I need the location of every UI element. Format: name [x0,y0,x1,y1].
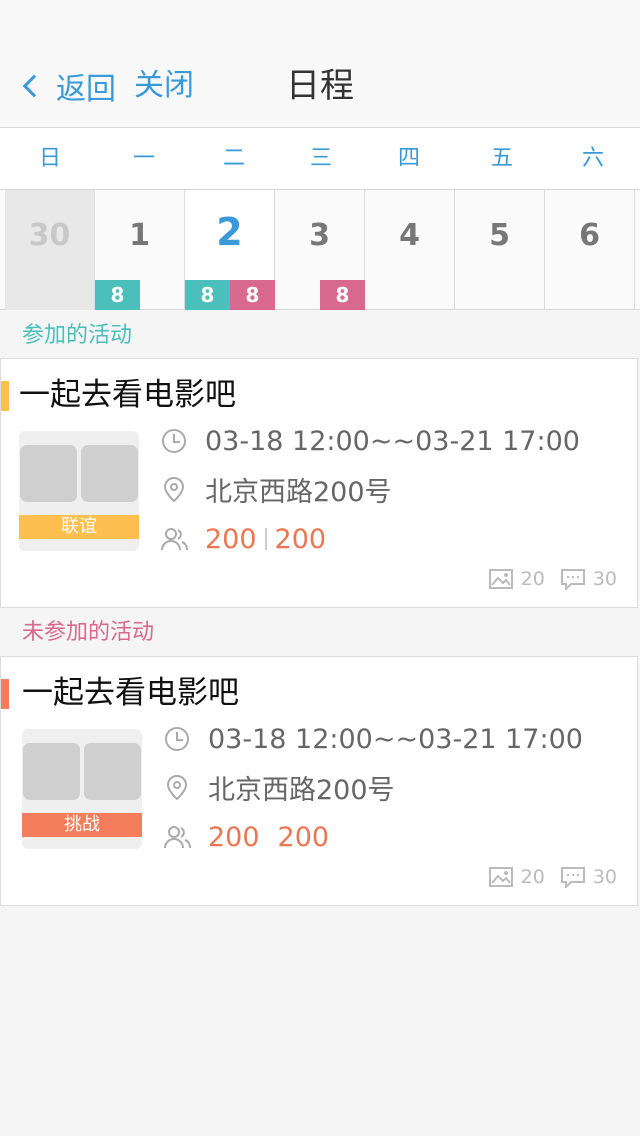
event-location: 北京西路200号 [205,476,392,508]
comment-icon [560,867,585,888]
category-bar [1,679,9,709]
event-card[interactable]: 一起去看电影吧 挑战 03-18 12:00~~03-21 17:00 北京西路… [0,656,638,906]
event-count-badge: 8 [95,280,140,310]
event-location: 北京西路200号 [208,774,395,806]
people-icon [164,826,191,849]
event-participants-row: 200 200 [162,817,329,857]
date-number: 6 [579,218,600,253]
weekday-mon: 一 [132,146,155,171]
event-stats: 20 30 [488,865,617,889]
date-cell[interactable]: 1 8 [95,190,185,310]
event-time: 03-18 12:00~~03-21 17:00 [205,425,580,457]
event-title: 一起去看电影吧 [19,377,236,413]
date-number: 5 [489,218,510,253]
event-count-badge: 8 [320,280,365,310]
photo-count: 20 [520,568,545,590]
event-time-row: 03-18 12:00~~03-21 17:00 [162,719,583,759]
comment-count: 30 [592,568,617,590]
date-number: 3 [309,218,330,253]
event-participants-row: 200 200 [159,519,326,559]
participant-limit: 200 [277,821,330,853]
event-count-badge: 8 [185,280,230,310]
weekday-fri: 五 [490,146,513,171]
event-time: 03-18 12:00~~03-21 17:00 [208,723,583,755]
event-thumbnail: 联谊 [19,431,139,551]
date-cell[interactable]: 4 [365,190,455,310]
date-number: 1 [129,218,150,253]
event-time-row: 03-18 12:00~~03-21 17:00 [159,421,580,461]
event-location-row: 北京西路200号 [159,469,392,509]
weekday-thu: 四 [397,146,420,171]
event-location-row: 北京西路200号 [162,767,395,807]
image-icon [488,867,513,887]
photo-count: 20 [520,866,545,888]
count-separator [264,528,267,550]
event-thumbnail: 挑战 [22,729,142,849]
weekday-tue: 二 [222,146,245,171]
date-number: 30 [28,218,71,253]
category-tag: 联谊 [19,515,139,539]
weekday-sat: 六 [581,146,604,171]
category-tag: 挑战 [22,813,142,837]
date-cell[interactable]: 6 [545,190,635,310]
week-dates: 30 1 8 2 8 8 3 8 4 5 6 [0,190,640,310]
category-bar [1,381,9,411]
people-icon [161,528,188,551]
event-title: 一起去看电影吧 [22,675,239,711]
image-icon [488,569,513,589]
event-card[interactable]: 一起去看电影吧 联谊 03-18 12:00~~03-21 17:00 北京西路… [0,358,638,608]
participant-limit: 200 [274,523,327,555]
comment-icon [560,569,585,590]
date-cell[interactable]: 5 [455,190,545,310]
weekday-wed: 三 [309,146,332,171]
comment-count: 30 [592,866,617,888]
thumbnail-placeholder [84,743,141,800]
date-number: 2 [216,210,243,254]
thumbnail-placeholder [81,445,138,502]
event-count-badge: 8 [230,280,275,310]
clock-icon [165,727,189,751]
date-number: 4 [399,218,420,253]
date-cell[interactable]: 30 [5,190,95,310]
clock-icon [162,429,186,453]
event-stats: 20 30 [488,567,617,591]
participant-count: 200 [208,821,260,853]
weekday-sun: 日 [38,146,61,171]
thumbnail-placeholder [23,743,80,800]
page-title: 日程 [286,66,354,106]
section-title-joined: 参加的活动 [22,323,133,348]
thumbnail-placeholder [20,445,77,502]
weekday-header: 日 一 二 三 四 五 六 [0,128,640,190]
location-pin-icon [163,476,185,503]
date-cell-selected[interactable]: 2 8 8 [185,190,275,310]
location-pin-icon [166,774,188,801]
nav-bar: 返回 关闭 日程 [0,0,640,128]
participant-count: 200 [205,523,257,555]
section-title-unjoined: 未参加的活动 [22,620,155,645]
date-cell[interactable]: 3 8 [275,190,365,310]
